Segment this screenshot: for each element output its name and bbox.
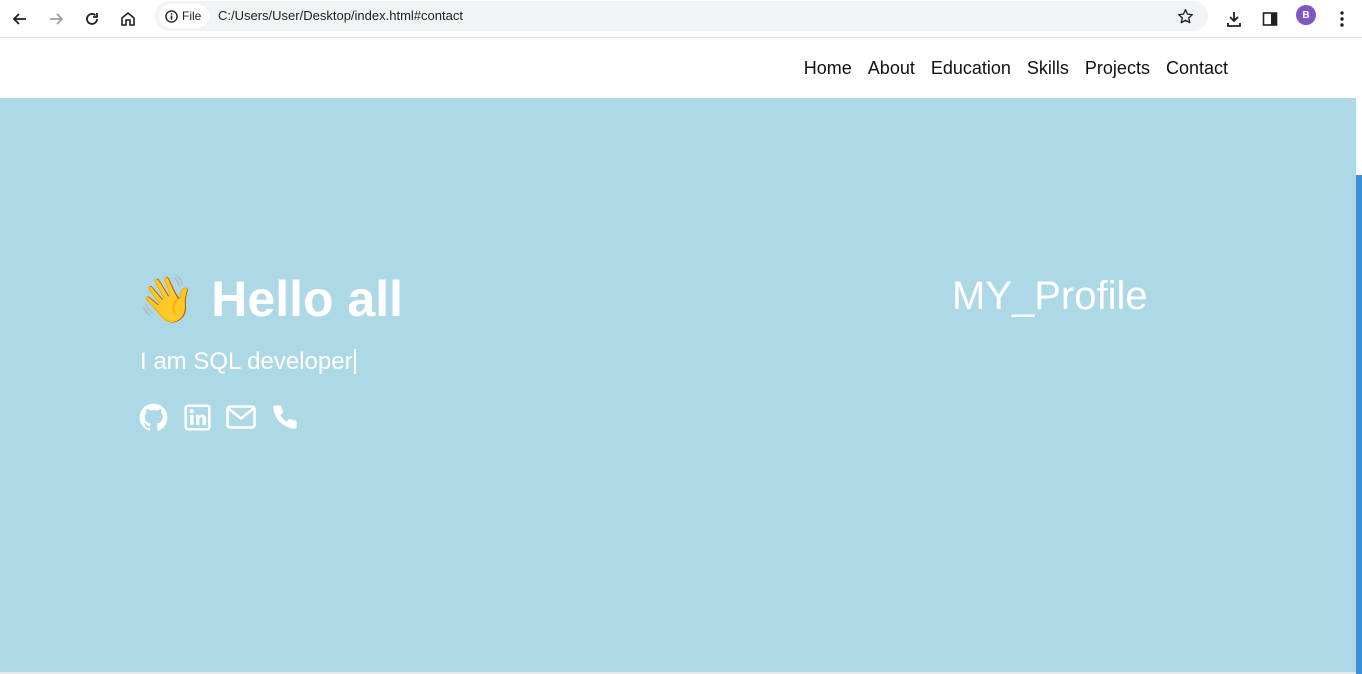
email-link[interactable] [226, 402, 256, 432]
site-info-label: File [182, 9, 202, 23]
greeting-heading: 👋 Hello all [138, 270, 403, 328]
github-link[interactable] [138, 402, 168, 432]
forward-arrow-icon [50, 13, 64, 25]
bookmark-button[interactable] [1174, 5, 1196, 27]
linkedin-icon [183, 403, 211, 431]
back-button[interactable] [6, 5, 34, 33]
site-info-chip[interactable]: File [159, 4, 210, 28]
site-navbar: Home About Education Skills Projects Con… [0, 38, 1356, 98]
role-typing-text: I am SQL developer [140, 348, 356, 376]
nav-links: Home About Education Skills Projects Con… [804, 58, 1228, 79]
profile-title: MY_Profile [952, 274, 1148, 318]
role-text: I am SQL developer [140, 348, 353, 375]
nav-link-home[interactable]: Home [804, 58, 852, 79]
download-icon [1227, 12, 1241, 27]
downloads-button[interactable] [1220, 5, 1248, 33]
hero-section: 👋 Hello all I am SQL developer MY_Profil… [0, 98, 1356, 674]
star-icon [1177, 8, 1193, 23]
info-icon [165, 9, 178, 23]
scrollbar-thumb[interactable] [1356, 175, 1362, 674]
reload-icon [86, 13, 98, 25]
phone-link[interactable] [270, 402, 300, 432]
home-button[interactable] [114, 5, 142, 33]
nav-link-projects[interactable]: Projects [1085, 58, 1150, 79]
profile-avatar[interactable]: B [1296, 5, 1316, 25]
nav-link-education[interactable]: Education [931, 58, 1011, 79]
address-bar[interactable]: File C:/Users/User/Desktop/index.html#co… [155, 1, 1208, 31]
back-arrow-icon [12, 13, 26, 25]
home-icon [121, 11, 135, 26]
phone-icon [273, 405, 297, 429]
side-panel-icon [1262, 12, 1278, 26]
linkedin-link[interactable] [182, 402, 212, 432]
waving-hand-icon: 👋 [138, 273, 196, 325]
reload-button[interactable] [78, 5, 106, 33]
greeting-text: Hello all [211, 271, 404, 327]
kebab-menu-icon [1340, 11, 1344, 27]
nav-link-about[interactable]: About [868, 58, 915, 79]
social-links [138, 402, 300, 432]
typing-cursor [353, 349, 356, 374]
github-icon [139, 403, 167, 431]
url-text[interactable]: C:/Users/User/Desktop/index.html#contact [218, 8, 463, 23]
forward-button[interactable] [42, 5, 70, 33]
mail-icon [226, 405, 256, 429]
browser-toolbar: File C:/Users/User/Desktop/index.html#co… [0, 0, 1362, 38]
nav-link-contact[interactable]: Contact [1166, 58, 1228, 79]
side-panel-button[interactable] [1256, 5, 1284, 33]
nav-link-skills[interactable]: Skills [1027, 58, 1069, 79]
menu-button[interactable] [1328, 5, 1356, 33]
